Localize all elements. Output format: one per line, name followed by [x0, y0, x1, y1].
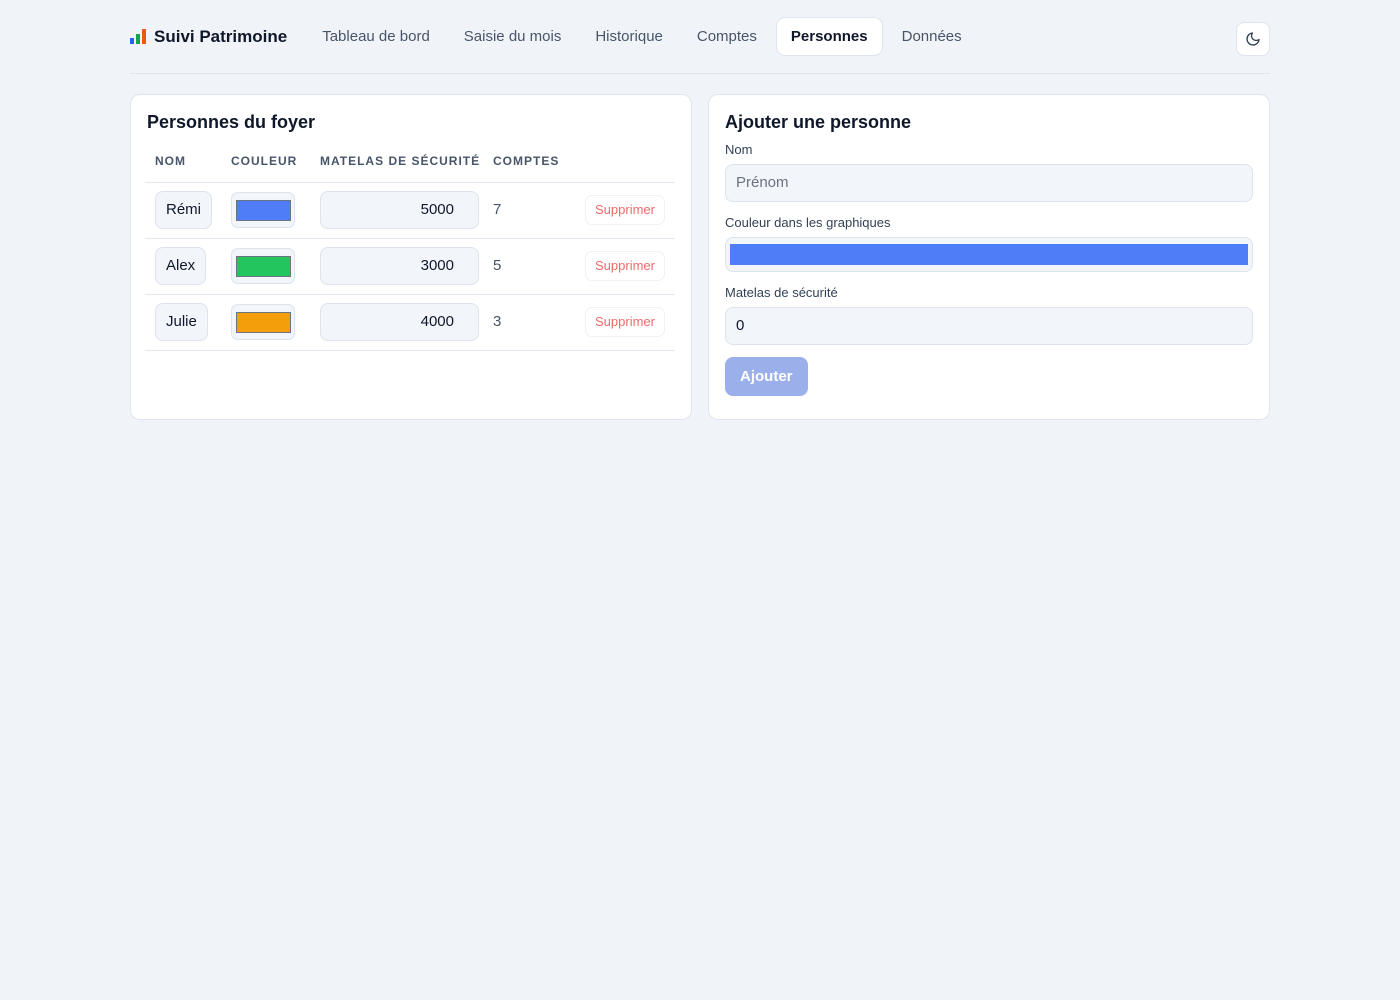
moon-icon: [1246, 32, 1260, 46]
color-swatch: [730, 244, 1248, 265]
person-account-count: 5: [493, 257, 502, 274]
app-title: Suivi Patrimoine: [154, 26, 288, 46]
color-swatch: [235, 255, 291, 277]
delete-button[interactable]: Supprimer: [585, 195, 665, 225]
person-matelas-input[interactable]: 4000: [320, 303, 479, 341]
person-matelas-input[interactable]: 3000: [320, 247, 479, 285]
tab-historique[interactable]: Historique: [580, 17, 678, 56]
add-person-card: Ajouter une personne Nom Prénom Couleur …: [708, 94, 1270, 420]
col-nom: NOM: [145, 141, 221, 183]
persons-title: Personnes du foyer: [147, 112, 316, 132]
tab-saisie-du-mois[interactable]: Saisie du mois: [449, 17, 577, 56]
col-comptes: COMPTES: [483, 141, 567, 183]
col-matelas: MATELAS DE SÉCURITÉ: [310, 141, 483, 183]
color-label: Couleur dans les graphiques: [725, 215, 891, 230]
person-name-input[interactable]: Rémi: [155, 191, 213, 229]
person-account-count: 7: [493, 201, 502, 218]
top-nav: Suivi Patrimoine Tableau de bord Saisie d…: [130, 0, 1270, 74]
color-picker[interactable]: [725, 237, 1253, 272]
tab-donn-es[interactable]: Données: [887, 17, 977, 56]
brand[interactable]: Suivi Patrimoine: [130, 27, 287, 47]
person-name-input[interactable]: Julie: [155, 303, 208, 341]
person-color-picker[interactable]: [231, 192, 295, 228]
col-actions: [567, 141, 675, 183]
persons-table: NOM COULEUR MATELAS DE SÉCURITÉ COMPTES …: [145, 141, 675, 351]
table-row: Alex 3000 5 Supprimer: [145, 238, 675, 295]
person-color-picker[interactable]: [231, 248, 295, 284]
tab-personnes[interactable]: Personnes: [775, 17, 883, 56]
table-row: Julie 4000 3 Supprimer: [145, 294, 675, 351]
name-placeholder: Prénom: [736, 174, 789, 191]
col-couleur: COULEUR: [221, 141, 310, 183]
person-matelas-input[interactable]: 5000: [320, 191, 479, 229]
add-button[interactable]: Ajouter: [725, 357, 808, 396]
person-account-count: 3: [493, 313, 502, 330]
tab-comptes[interactable]: Comptes: [682, 17, 772, 56]
add-person-title: Ajouter une personne: [725, 112, 912, 132]
name-label: Nom: [725, 142, 753, 157]
delete-button[interactable]: Supprimer: [585, 251, 665, 281]
app: Suivi Patrimoine Tableau de bord Saisie d…: [130, 0, 1270, 420]
nav-tabs: Tableau de bord Saisie du mois Historique C…: [305, 17, 978, 56]
person-name-input[interactable]: Alex: [155, 247, 207, 285]
color-swatch: [235, 311, 291, 333]
name-input[interactable]: Prénom: [725, 164, 1253, 202]
tab-tableau-de-bord[interactable]: Tableau de bord: [307, 17, 445, 56]
theme-toggle-button[interactable]: [1236, 22, 1270, 56]
delete-button[interactable]: Supprimer: [585, 307, 665, 337]
persons-card: Personnes du foyer NOM COULEUR MATELAS D…: [130, 94, 692, 420]
matelas-label: Matelas de sécurité: [725, 285, 838, 300]
matelas-input[interactable]: 0: [725, 307, 1253, 345]
color-swatch: [235, 199, 291, 221]
bar-chart-icon: [130, 29, 146, 44]
table-row: Rémi 5000 7 Supprimer: [145, 182, 675, 239]
person-color-picker[interactable]: [231, 304, 295, 340]
